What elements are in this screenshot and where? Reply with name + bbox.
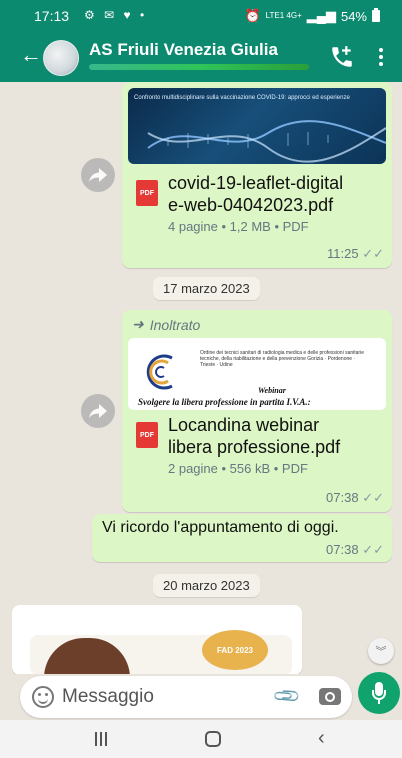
battery-percent: 54% bbox=[340, 8, 367, 24]
document-thumbnail[interactable]: Confronto multidisciplinare sulla vaccin… bbox=[128, 88, 386, 164]
add-call-icon[interactable] bbox=[329, 44, 355, 70]
message-text: Vi ricordo l'appuntamento di oggi. bbox=[102, 519, 339, 536]
microphone-button[interactable] bbox=[358, 672, 400, 714]
dna-helix-image bbox=[147, 120, 386, 163]
emoji-icon[interactable] bbox=[32, 686, 54, 708]
document-info: PDF Locandina webinar libera professione… bbox=[136, 414, 340, 476]
thumbnail-org-text: Ordine dei tecnici sanitari di radiologi… bbox=[200, 350, 364, 368]
message-timestamp: 11:25 ✓✓ bbox=[327, 246, 384, 262]
chat-header: ← AS Friuli Venezia Giulia bbox=[0, 30, 402, 82]
timestamp-text: 07:38 bbox=[326, 542, 359, 557]
pdf-icon: PDF bbox=[136, 422, 158, 448]
chat-area[interactable]: Confronto multidisciplinare sulla vaccin… bbox=[0, 82, 402, 674]
chat-subtitle-redacted bbox=[89, 64, 309, 70]
more-options-icon[interactable] bbox=[378, 48, 384, 68]
date-chip: 20 marzo 2023 bbox=[153, 574, 260, 597]
text-message[interactable]: Vi ricordo l'appuntamento di oggi. 07:38… bbox=[92, 514, 392, 562]
attach-icon[interactable]: 📎 bbox=[272, 681, 303, 712]
network-indicator: LTE1 4G+ bbox=[265, 11, 302, 20]
signal-icon: ▂▄▆ bbox=[306, 8, 336, 23]
forwarded-text: Inoltrato bbox=[149, 316, 201, 333]
fad-badge: FAD 2023 bbox=[202, 630, 268, 670]
home-icon[interactable] bbox=[205, 731, 221, 747]
recent-apps-icon[interactable] bbox=[95, 732, 109, 746]
chat-title[interactable]: AS Friuli Venezia Giulia bbox=[89, 40, 278, 60]
file-name-line2: libera professione.pdf bbox=[168, 437, 341, 457]
message-input[interactable] bbox=[62, 684, 262, 710]
document-info: PDF covid-19-leaflet-digital e-web-04042… bbox=[136, 172, 343, 234]
thumbnail-subject: Svolgere la libera professione in partit… bbox=[138, 397, 311, 407]
system-nav-bar: ‹ bbox=[0, 720, 402, 758]
forward-icon[interactable] bbox=[81, 158, 115, 192]
camera-icon[interactable] bbox=[319, 688, 341, 705]
scroll-down-icon[interactable]: ︾ bbox=[368, 638, 394, 664]
double-check-icon: ✓✓ bbox=[362, 542, 384, 557]
notification-icons: ⚙ ✉ ♥ • bbox=[84, 8, 148, 22]
status-bar: 17:13 ⚙ ✉ ♥ • ⏰ LTE1 4G+ ▂▄▆ 54% bbox=[0, 0, 402, 30]
status-right: ⏰ LTE1 4G+ ▂▄▆ 54% bbox=[244, 8, 380, 24]
message-timestamp: 07:38 ✓✓ bbox=[326, 490, 384, 506]
forwarded-arrow-icon: ➜ bbox=[132, 316, 144, 332]
pdf-icon: PDF bbox=[136, 180, 158, 206]
double-check-icon: ✓✓ bbox=[362, 490, 384, 505]
double-check-icon: ✓✓ bbox=[362, 246, 384, 261]
alarm-icon: ⏰ bbox=[244, 8, 261, 23]
document-thumbnail[interactable]: Ordine dei tecnici sanitari di radiologi… bbox=[128, 338, 386, 410]
message-timestamp: 07:38 ✓✓ bbox=[326, 542, 384, 558]
forwarded-document-message[interactable]: ➜ Inoltrato Ordine dei tecnici sanitari … bbox=[122, 310, 392, 512]
back-arrow-icon[interactable]: ← bbox=[20, 42, 42, 68]
nav-back-icon[interactable]: ‹ bbox=[318, 727, 325, 750]
status-time: 17:13 bbox=[34, 8, 70, 24]
timestamp-text: 07:38 bbox=[326, 490, 359, 505]
timestamp-text: 11:25 bbox=[327, 246, 359, 261]
file-meta: 2 pagine • 556 kB • PDF bbox=[168, 461, 308, 476]
document-message[interactable]: Confronto multidisciplinare sulla vaccin… bbox=[122, 82, 392, 268]
battery-icon bbox=[372, 8, 380, 22]
forwarded-label: ➜ Inoltrato bbox=[132, 316, 200, 333]
file-name-line2: e-web-04042023.pdf bbox=[168, 195, 334, 215]
file-name-line1: covid-19-leaflet-digital bbox=[168, 173, 344, 193]
thumbnail-webinar: Webinar bbox=[258, 386, 286, 395]
file-name-line1: Locandina webinar bbox=[168, 415, 320, 435]
date-chip: 17 marzo 2023 bbox=[153, 277, 260, 300]
avatar[interactable] bbox=[43, 40, 79, 76]
forward-icon[interactable] bbox=[81, 394, 115, 428]
file-meta: 4 pagine • 1,2 MB • PDF bbox=[168, 219, 309, 234]
message-composer: 📎 bbox=[20, 676, 352, 718]
app-header: 17:13 ⚙ ✉ ♥ • ⏰ LTE1 4G+ ▂▄▆ 54% ← AS Fr… bbox=[0, 0, 402, 82]
order-logo bbox=[146, 354, 173, 390]
